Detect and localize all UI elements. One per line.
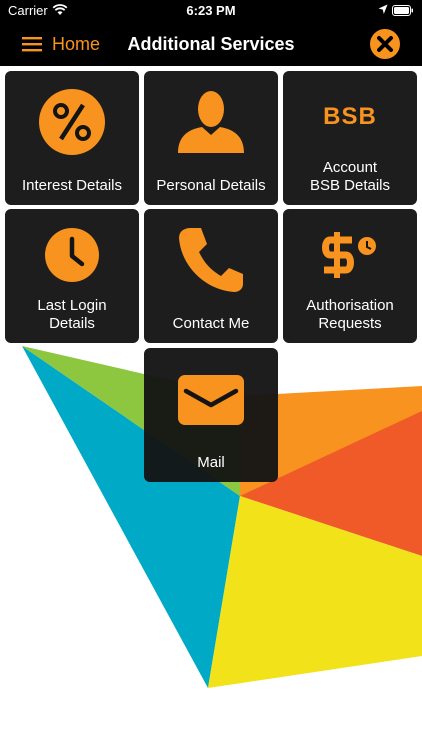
tile-interest-details[interactable]: Interest Details: [5, 71, 139, 205]
tile-label: Personal Details: [156, 177, 266, 194]
phone-icon: [179, 228, 243, 292]
dollar-clock-icon: [322, 232, 376, 278]
clock-time: 6:23 PM: [186, 3, 236, 18]
tile-label: Mail: [197, 454, 225, 471]
close-icon: [377, 36, 393, 52]
tile-last-login-details[interactable]: Last Login Details: [5, 209, 139, 343]
clock-icon: [45, 228, 99, 282]
battery-icon: [392, 5, 413, 16]
page-title: Additional Services: [127, 34, 295, 54]
bsb-icon: BSB: [323, 103, 377, 130]
location-arrow-icon: [378, 4, 388, 14]
person-icon: [178, 91, 244, 153]
percent-icon: [39, 89, 105, 155]
tile-label: Interest Details: [21, 177, 123, 194]
status-bar: Carrier 6:23 PM: [0, 0, 422, 22]
tile-account-bsb-details[interactable]: BSB Account BSB Details: [283, 71, 417, 205]
tile-mail[interactable]: Mail: [144, 348, 278, 482]
tile-contact-me[interactable]: Contact Me: [144, 209, 278, 343]
tile-personal-details[interactable]: Personal Details: [144, 71, 278, 205]
tile-label: Authorisation Requests: [306, 297, 394, 332]
tile-label: Account BSB Details: [309, 159, 391, 194]
nav-bar: Home Additional Services: [0, 22, 422, 66]
tile-authorisation-requests[interactable]: Authorisation Requests: [283, 209, 417, 343]
mail-icon: [178, 375, 244, 425]
tile-label: Contact Me: [172, 315, 250, 332]
tile-label: Last Login Details: [37, 297, 107, 332]
close-button[interactable]: [370, 29, 400, 59]
